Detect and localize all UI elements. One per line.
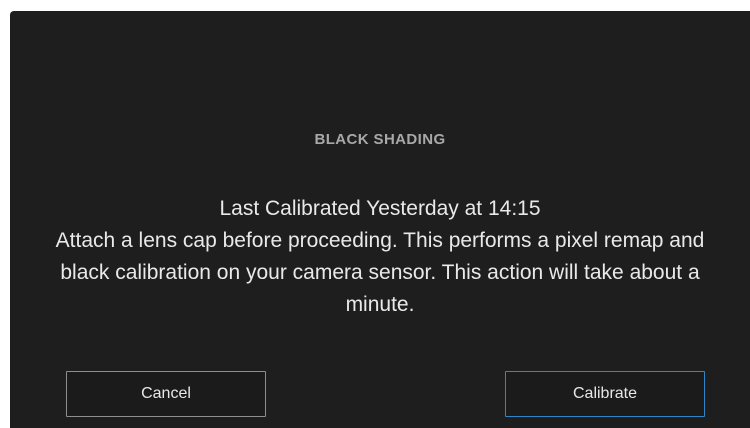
instructions-text: Attach a lens cap before proceeding. Thi… — [55, 229, 705, 316]
dialog-title: BLACK SHADING — [314, 131, 446, 148]
dialog-message: Last Calibrated Yesterday at 14:15 Attac… — [50, 193, 710, 321]
black-shading-dialog: BLACK SHADING Last Calibrated Yesterday … — [10, 11, 750, 428]
cancel-button[interactable]: Cancel — [66, 371, 266, 417]
last-calibrated-text: Last Calibrated Yesterday at 14:15 — [219, 197, 541, 220]
calibrate-button[interactable]: Calibrate — [505, 371, 705, 417]
